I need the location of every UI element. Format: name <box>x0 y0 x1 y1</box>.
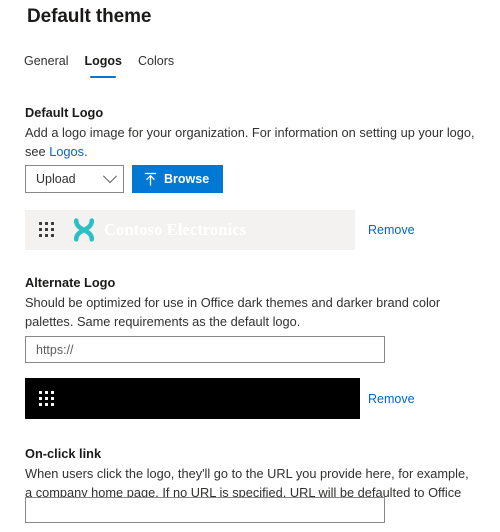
page-title: Default theme <box>27 6 152 27</box>
chevron-down-icon <box>102 169 118 184</box>
contoso-x-logo-icon <box>73 217 95 243</box>
tab-bar: General Logos Colors <box>16 53 182 79</box>
alternate-logo-heading: Alternate Logo <box>25 275 116 290</box>
tab-logos-label: Logos <box>84 54 122 68</box>
tab-general[interactable]: General <box>16 53 76 70</box>
alternate-logo-url-input[interactable] <box>25 336 385 363</box>
default-theme-logos-panel: Default theme General Logos Colors Defau… <box>0 0 500 532</box>
alternate-logo-preview[interactable] <box>25 378 360 419</box>
logos-help-link[interactable]: Logos <box>49 144 84 159</box>
upload-icon <box>144 172 157 186</box>
browse-button[interactable]: Browse <box>132 165 224 193</box>
tab-colors-label: Colors <box>137 54 175 68</box>
alternate-logo-description-line2: Same requirements as the default logo. <box>76 313 301 329</box>
default-logo-description-tail: . <box>84 143 88 159</box>
tab-logos[interactable]: Logos <box>76 53 130 78</box>
default-logo-description-text: Add a logo image for your organization. … <box>25 125 475 159</box>
remove-default-logo-link[interactable]: Remove <box>368 223 415 237</box>
logo-source-dropdown-value: Upload <box>36 172 76 186</box>
tab-active-indicator <box>90 75 117 78</box>
default-logo-heading: Default Logo <box>25 105 104 120</box>
onclick-link-url-input[interactable] <box>25 497 385 523</box>
alternate-logo-description: Should be optimized for use in Office da… <box>25 294 475 331</box>
remove-alternate-logo-link[interactable]: Remove <box>368 392 415 406</box>
default-logo-wordmark: Contoso Electronics <box>104 220 247 239</box>
drag-handle-icon[interactable] <box>39 390 55 407</box>
default-logo-preview[interactable]: Contoso Electronics <box>25 210 355 250</box>
default-logo-image: Contoso Electronics <box>69 214 246 246</box>
default-logo-upload-row: Upload Browse <box>25 165 224 193</box>
drag-handle-icon[interactable] <box>39 222 55 238</box>
default-logo-description: Add a logo image for your organization. … <box>25 124 475 161</box>
browse-button-label: Browse <box>164 172 210 186</box>
tab-colors[interactable]: Colors <box>130 53 182 70</box>
tab-general-label: General <box>24 54 69 68</box>
onclick-link-heading: On-click link <box>25 446 102 461</box>
logo-source-dropdown[interactable]: Upload <box>25 165 124 193</box>
